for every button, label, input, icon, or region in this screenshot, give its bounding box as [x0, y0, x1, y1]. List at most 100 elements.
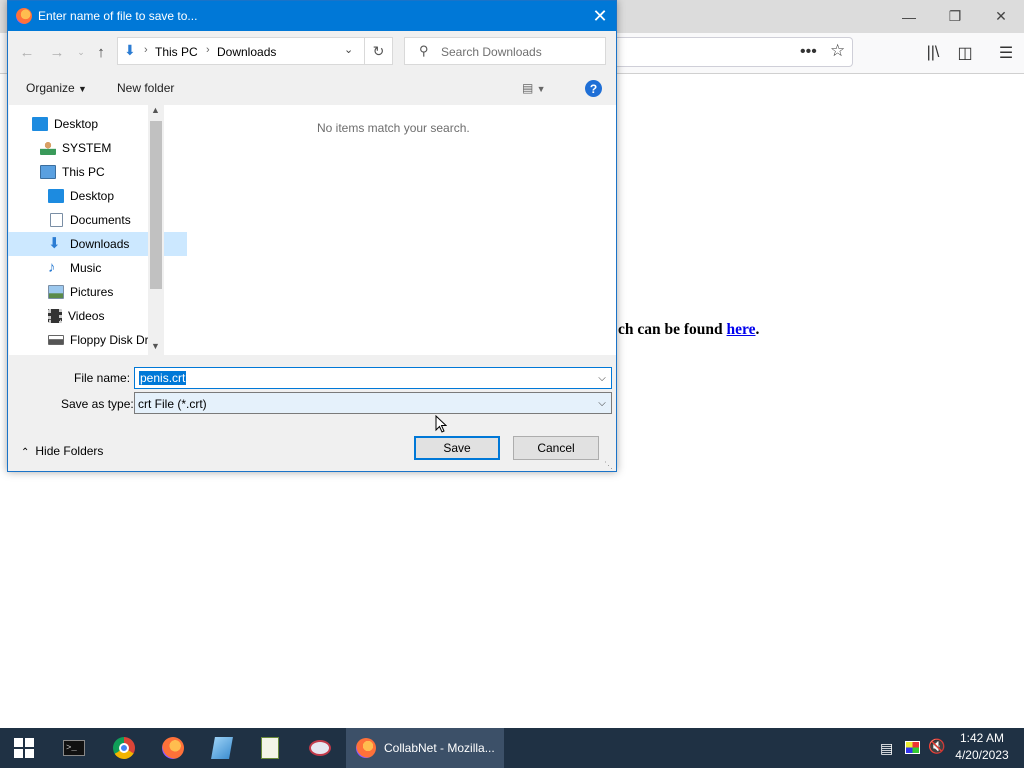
firefox-logo-icon	[16, 8, 32, 24]
view-options-icon[interactable]: ▤ ▼	[522, 81, 546, 95]
scrollbar-thumb[interactable]	[150, 121, 162, 289]
chrome-icon	[113, 737, 135, 759]
volume-muted-icon[interactable]: 🔇	[928, 738, 945, 755]
file-name-value: penis.crt	[139, 371, 187, 385]
taskbar-firefox[interactable]	[149, 728, 197, 768]
refresh-icon[interactable]: ↻	[365, 37, 393, 65]
nav-item-label: Music	[70, 261, 102, 275]
network-icon[interactable]: ▤	[880, 740, 893, 757]
active-app-label: CollabNet - Mozilla...	[384, 741, 495, 755]
page-text-suffix: .	[755, 321, 760, 338]
nav-item-desktop[interactable]: Desktop	[8, 112, 171, 136]
windows-logo-icon	[14, 738, 34, 758]
breadcrumb-this-pc[interactable]: This PC	[155, 45, 198, 59]
documents-icon	[50, 213, 63, 227]
save-type-label: Save as type:	[61, 397, 134, 411]
resize-grip-icon[interactable]: ⋱	[604, 460, 613, 471]
system-clock[interactable]: 1:42 AM 4/20/2023	[950, 730, 1014, 764]
new-folder-button[interactable]: New folder	[117, 81, 174, 95]
nav-item-label: This PC	[62, 165, 105, 179]
page-text-prefix: ch can be found	[618, 321, 727, 338]
organize-label: Organize	[26, 81, 75, 95]
chevron-down-icon[interactable]: ⌄	[344, 43, 353, 56]
nav-item-label: Videos	[68, 309, 105, 323]
floppy-drive-icon	[48, 335, 64, 345]
file-name-input[interactable]: penis.crt ⌵	[134, 367, 612, 389]
save-type-select[interactable]: crt File (*.crt) ⌵	[134, 392, 612, 414]
taskbar-spreadsheet[interactable]	[246, 728, 294, 768]
library-icon[interactable]: ||\	[920, 40, 946, 66]
url-bar[interactable]: ••• ☆	[600, 37, 853, 67]
forward-arrow-icon[interactable]: →	[46, 41, 68, 63]
back-arrow-icon[interactable]: ←	[16, 41, 38, 63]
breadcrumb-downloads[interactable]: Downloads	[217, 45, 276, 59]
film-icon	[48, 309, 62, 323]
menu-icon[interactable]: ☰	[993, 40, 1019, 66]
nav-item-label: Desktop	[70, 189, 115, 203]
empty-message: No items match your search.	[317, 121, 470, 135]
up-arrow-icon[interactable]: ↑	[90, 41, 112, 63]
taskbar-notepad[interactable]	[198, 728, 246, 768]
file-list-pane[interactable]	[165, 105, 616, 355]
taskbar-chrome[interactable]	[100, 728, 148, 768]
restore-button[interactable]: ❐	[932, 0, 978, 33]
breadcrumb-separator-icon: ›	[144, 44, 148, 56]
display-icon[interactable]	[905, 741, 920, 754]
recent-chevron-icon[interactable]: ⌄	[70, 41, 92, 63]
here-link[interactable]: here	[727, 321, 756, 338]
sidebar-icon[interactable]: ◫	[952, 40, 978, 66]
save-button[interactable]: Save	[414, 436, 500, 460]
save-type-value: crt File (*.crt)	[138, 397, 207, 411]
file-name-label: File name:	[74, 371, 131, 385]
search-placeholder: Search Downloads	[441, 45, 542, 59]
help-icon[interactable]: ?	[585, 80, 602, 97]
nav-item-label: SYSTEM	[62, 141, 112, 155]
taskbar-app[interactable]	[296, 728, 344, 768]
bookmark-star-icon[interactable]: ☆	[830, 41, 845, 61]
page-actions-icon[interactable]: •••	[800, 43, 817, 61]
dialog-titlebar[interactable]: Enter name of file to save to... ✕	[8, 1, 616, 31]
terminal-icon: >_	[63, 740, 85, 756]
music-note-icon: ♪	[48, 259, 56, 276]
start-button[interactable]	[0, 728, 48, 768]
desktop-icon	[48, 189, 64, 203]
nav-item-label: Documents	[70, 213, 131, 227]
chevron-up-icon: ⌃	[21, 447, 30, 458]
cancel-button[interactable]: Cancel	[513, 436, 599, 460]
clock-date: 4/20/2023	[955, 748, 1009, 762]
download-arrow-icon: ⬇	[48, 235, 61, 252]
clock-time: 1:42 AM	[959, 731, 1005, 745]
search-icon: ⚲	[419, 43, 429, 58]
chevron-down-icon: ▼	[78, 84, 87, 94]
mouse-cursor-icon	[435, 415, 447, 433]
page-body-text: ch can be found here.	[618, 321, 759, 339]
scroll-down-icon[interactable]: ▼	[151, 341, 160, 351]
pictures-icon	[48, 285, 64, 299]
firefox-icon	[356, 738, 376, 758]
download-location-icon: ⬇	[124, 42, 136, 58]
firefox-icon	[162, 737, 184, 759]
hide-folders-button[interactable]: ⌃ Hide Folders	[21, 444, 103, 458]
scroll-up-icon[interactable]: ▲	[151, 105, 160, 115]
taskbar-terminal[interactable]: >_	[50, 728, 98, 768]
chevron-down-icon[interactable]: ⌵	[593, 368, 611, 388]
close-window-button[interactable]: ✕	[978, 0, 1024, 33]
close-icon[interactable]: ✕	[584, 1, 616, 31]
nav-item-label: Downloads	[70, 237, 130, 251]
breadcrumb-separator-icon: ›	[206, 44, 210, 56]
nav-item-label: Floppy Disk Dri	[70, 333, 152, 347]
organize-menu[interactable]: Organize ▼	[26, 81, 87, 95]
taskbar-active-firefox[interactable]: CollabNet - Mozilla...	[346, 728, 504, 768]
save-file-dialog: Enter name of file to save to... ✕ ← → ⌄…	[7, 0, 617, 472]
address-bar[interactable]: ⬇ › This PC › Downloads ⌄	[117, 37, 365, 65]
desktop-icon	[32, 117, 48, 131]
computer-icon	[40, 165, 56, 179]
notepad-icon	[211, 737, 233, 759]
nav-item-label: Pictures	[70, 285, 114, 299]
hide-folders-label: Hide Folders	[35, 444, 104, 458]
app-icon	[309, 740, 331, 756]
search-input[interactable]: ⚲ Search Downloads	[404, 37, 606, 65]
dialog-title: Enter name of file to save to...	[38, 9, 198, 23]
spreadsheet-icon	[261, 737, 279, 759]
minimize-button[interactable]: —	[886, 0, 932, 33]
